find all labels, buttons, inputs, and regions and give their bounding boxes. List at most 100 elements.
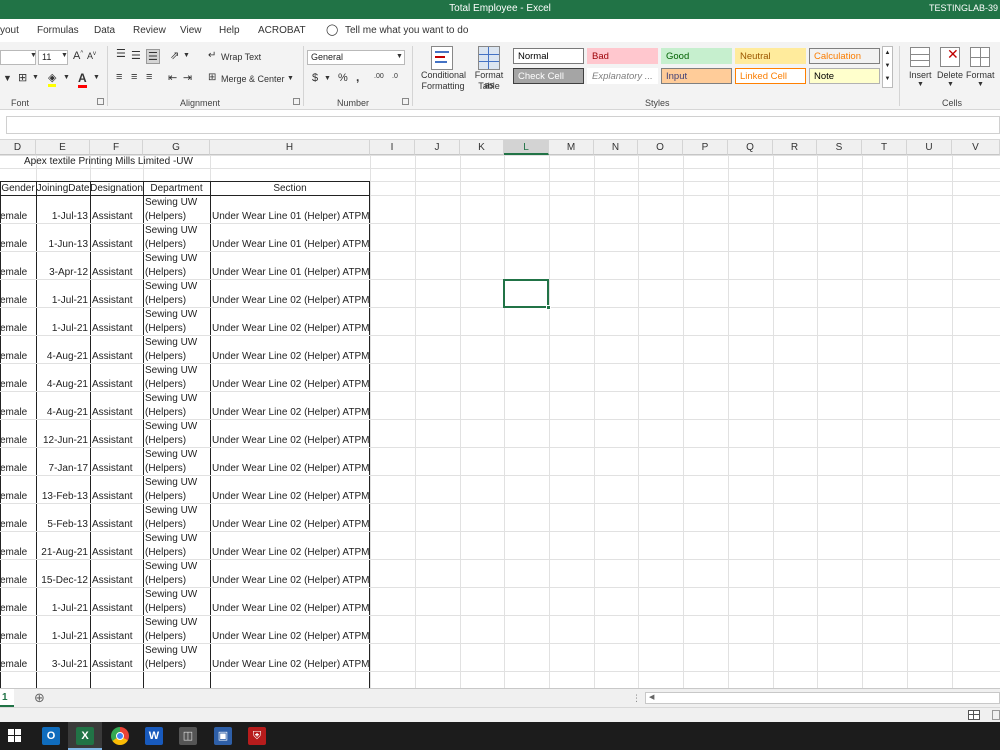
- add-sheet-icon[interactable]: ⊕: [34, 690, 45, 706]
- header-joining-date[interactable]: JoiningDate: [36, 183, 90, 194]
- style-check-cell[interactable]: Check Cell: [513, 68, 584, 84]
- cell-department[interactable]: Sewing UW: [145, 365, 209, 376]
- align-center-icon[interactable]: ≡: [131, 71, 137, 83]
- cell-department-line2[interactable]: (Helpers): [145, 547, 209, 558]
- formula-input[interactable]: [6, 116, 1000, 134]
- cell-section[interactable]: Under Wear Line 01 (Helper) ATPML: [212, 239, 370, 250]
- cell-department-line2[interactable]: (Helpers): [145, 519, 209, 530]
- grow-font-icon[interactable]: A^: [73, 50, 83, 62]
- outlook-icon[interactable]: O: [42, 727, 60, 745]
- cell-designation[interactable]: Assistant: [92, 239, 142, 250]
- cell-department-line2[interactable]: (Helpers): [145, 295, 209, 306]
- cell-section[interactable]: Under Wear Line 02 (Helper) ATPML: [212, 407, 370, 418]
- cell-section[interactable]: Under Wear Line 02 (Helper) ATPML: [212, 379, 370, 390]
- cell-joining-date[interactable]: 1-Jul-21: [36, 323, 88, 334]
- chevron-down-icon[interactable]: ▼: [3, 73, 12, 83]
- word-icon[interactable]: W: [145, 727, 163, 745]
- format-as-table-icon[interactable]: [478, 46, 500, 70]
- decrease-indent-icon[interactable]: ⇤: [168, 71, 177, 84]
- insert-cells-icon[interactable]: [910, 47, 930, 67]
- fill-color-icon[interactable]: ◈: [48, 71, 57, 87]
- cell-gender[interactable]: emale: [0, 239, 34, 250]
- wrap-text-button[interactable]: Wrap Text: [221, 52, 261, 62]
- cell-department[interactable]: Sewing UW: [145, 477, 209, 488]
- cell-department-line2[interactable]: (Helpers): [145, 211, 209, 222]
- cell-designation[interactable]: Assistant: [92, 211, 142, 222]
- tab-acrobat[interactable]: ACROBAT: [258, 25, 306, 36]
- tab-review[interactable]: Review: [133, 25, 166, 36]
- cell-joining-date[interactable]: 4-Aug-21: [36, 379, 88, 390]
- cell-gender[interactable]: emale: [0, 519, 34, 530]
- column-header-t[interactable]: T: [862, 140, 907, 155]
- column-header-k[interactable]: K: [460, 140, 504, 155]
- merge-center-icon[interactable]: ⊞: [208, 72, 216, 83]
- cell-section[interactable]: Under Wear Line 02 (Helper) ATPML: [212, 631, 370, 642]
- chevron-down-icon[interactable]: ▼: [977, 81, 984, 88]
- cell-joining-date[interactable]: 1-Jun-13: [36, 239, 88, 250]
- cell-department-line2[interactable]: (Helpers): [145, 435, 209, 446]
- cell-department[interactable]: Sewing UW: [145, 281, 209, 292]
- scroll-thumb[interactable]: [660, 694, 990, 702]
- column-header-s[interactable]: S: [817, 140, 862, 155]
- delete-button[interactable]: Delete: [937, 70, 963, 80]
- styles-gallery-scroll[interactable]: ▲ ▼ ▼: [882, 46, 893, 88]
- column-header-o[interactable]: O: [638, 140, 683, 155]
- excel-taskbar-item[interactable]: X: [68, 722, 102, 750]
- cell-joining-date[interactable]: 4-Aug-21: [36, 407, 88, 418]
- chevron-down-icon[interactable]: ▼: [63, 74, 70, 81]
- chevron-down-icon[interactable]: ▼: [183, 52, 190, 59]
- chevron-down-icon[interactable]: ▼: [287, 75, 294, 82]
- header-designation[interactable]: Designation: [90, 183, 143, 194]
- column-header-h[interactable]: H: [210, 140, 370, 155]
- cell-gender[interactable]: emale: [0, 631, 34, 642]
- chrome-icon[interactable]: [111, 727, 129, 745]
- column-header-e[interactable]: E: [36, 140, 90, 155]
- cell-designation[interactable]: Assistant: [92, 267, 142, 278]
- cell-gender[interactable]: emale: [0, 491, 34, 502]
- cell-joining-date[interactable]: 7-Jan-17: [36, 463, 88, 474]
- column-header-l[interactable]: L: [504, 140, 549, 155]
- column-header-r[interactable]: R: [773, 140, 817, 155]
- column-header-d[interactable]: D: [0, 140, 36, 155]
- cell-joining-date[interactable]: 4-Aug-21: [36, 351, 88, 362]
- cell-department-line2[interactable]: (Helpers): [145, 659, 209, 670]
- cell-designation[interactable]: Assistant: [92, 351, 142, 362]
- number-dialog-launcher[interactable]: [402, 98, 409, 105]
- tab-help[interactable]: Help: [219, 25, 240, 36]
- cell-gender[interactable]: emale: [0, 603, 34, 614]
- cell-gender[interactable]: emale: [0, 351, 34, 362]
- cell-designation[interactable]: Assistant: [92, 379, 142, 390]
- cell-department[interactable]: Sewing UW: [145, 225, 209, 236]
- cell-department-line2[interactable]: (Helpers): [145, 631, 209, 642]
- align-right-icon[interactable]: ≡: [146, 71, 152, 83]
- cell-section[interactable]: Under Wear Line 02 (Helper) ATPML: [212, 491, 370, 502]
- cell-gender[interactable]: emale: [0, 211, 34, 222]
- cell-department[interactable]: Sewing UW: [145, 197, 209, 208]
- column-header-v[interactable]: V: [952, 140, 1000, 155]
- cell-designation[interactable]: Assistant: [92, 323, 142, 334]
- cell-section[interactable]: Under Wear Line 02 (Helper) ATPML: [212, 351, 370, 362]
- cell-department-line2[interactable]: (Helpers): [145, 267, 209, 278]
- header-section[interactable]: Section: [210, 183, 370, 194]
- cell-gender[interactable]: emale: [0, 323, 34, 334]
- cell-department-line2[interactable]: (Helpers): [145, 491, 209, 502]
- company-title[interactable]: Apex textile Printing Mills Limited -UW: [24, 156, 193, 167]
- chevron-down-icon[interactable]: ▼: [917, 81, 924, 88]
- style-good[interactable]: Good: [661, 48, 732, 64]
- cell-department-line2[interactable]: (Helpers): [145, 351, 209, 362]
- spreadsheet-grid[interactable]: DEFGHIJKLMNOPQRSTUV Apex textile Printin…: [0, 140, 1000, 688]
- column-header-j[interactable]: J: [415, 140, 460, 155]
- cell-department[interactable]: Sewing UW: [145, 561, 209, 572]
- borders-icon[interactable]: ⊞: [18, 71, 27, 84]
- lightbulb-icon[interactable]: ◯: [326, 23, 338, 36]
- column-header-p[interactable]: P: [683, 140, 728, 155]
- chevron-down-icon[interactable]: ▼: [93, 74, 100, 81]
- cell-department[interactable]: Sewing UW: [145, 505, 209, 516]
- cell-designation[interactable]: Assistant: [92, 491, 142, 502]
- header-department[interactable]: Department: [143, 183, 210, 194]
- cell-gender[interactable]: emale: [0, 547, 34, 558]
- cell-department[interactable]: Sewing UW: [145, 337, 209, 348]
- cell-joining-date[interactable]: 13-Feb-13: [36, 491, 88, 502]
- cell-section[interactable]: Under Wear Line 02 (Helper) ATPML: [212, 603, 370, 614]
- cell-department-line2[interactable]: (Helpers): [145, 407, 209, 418]
